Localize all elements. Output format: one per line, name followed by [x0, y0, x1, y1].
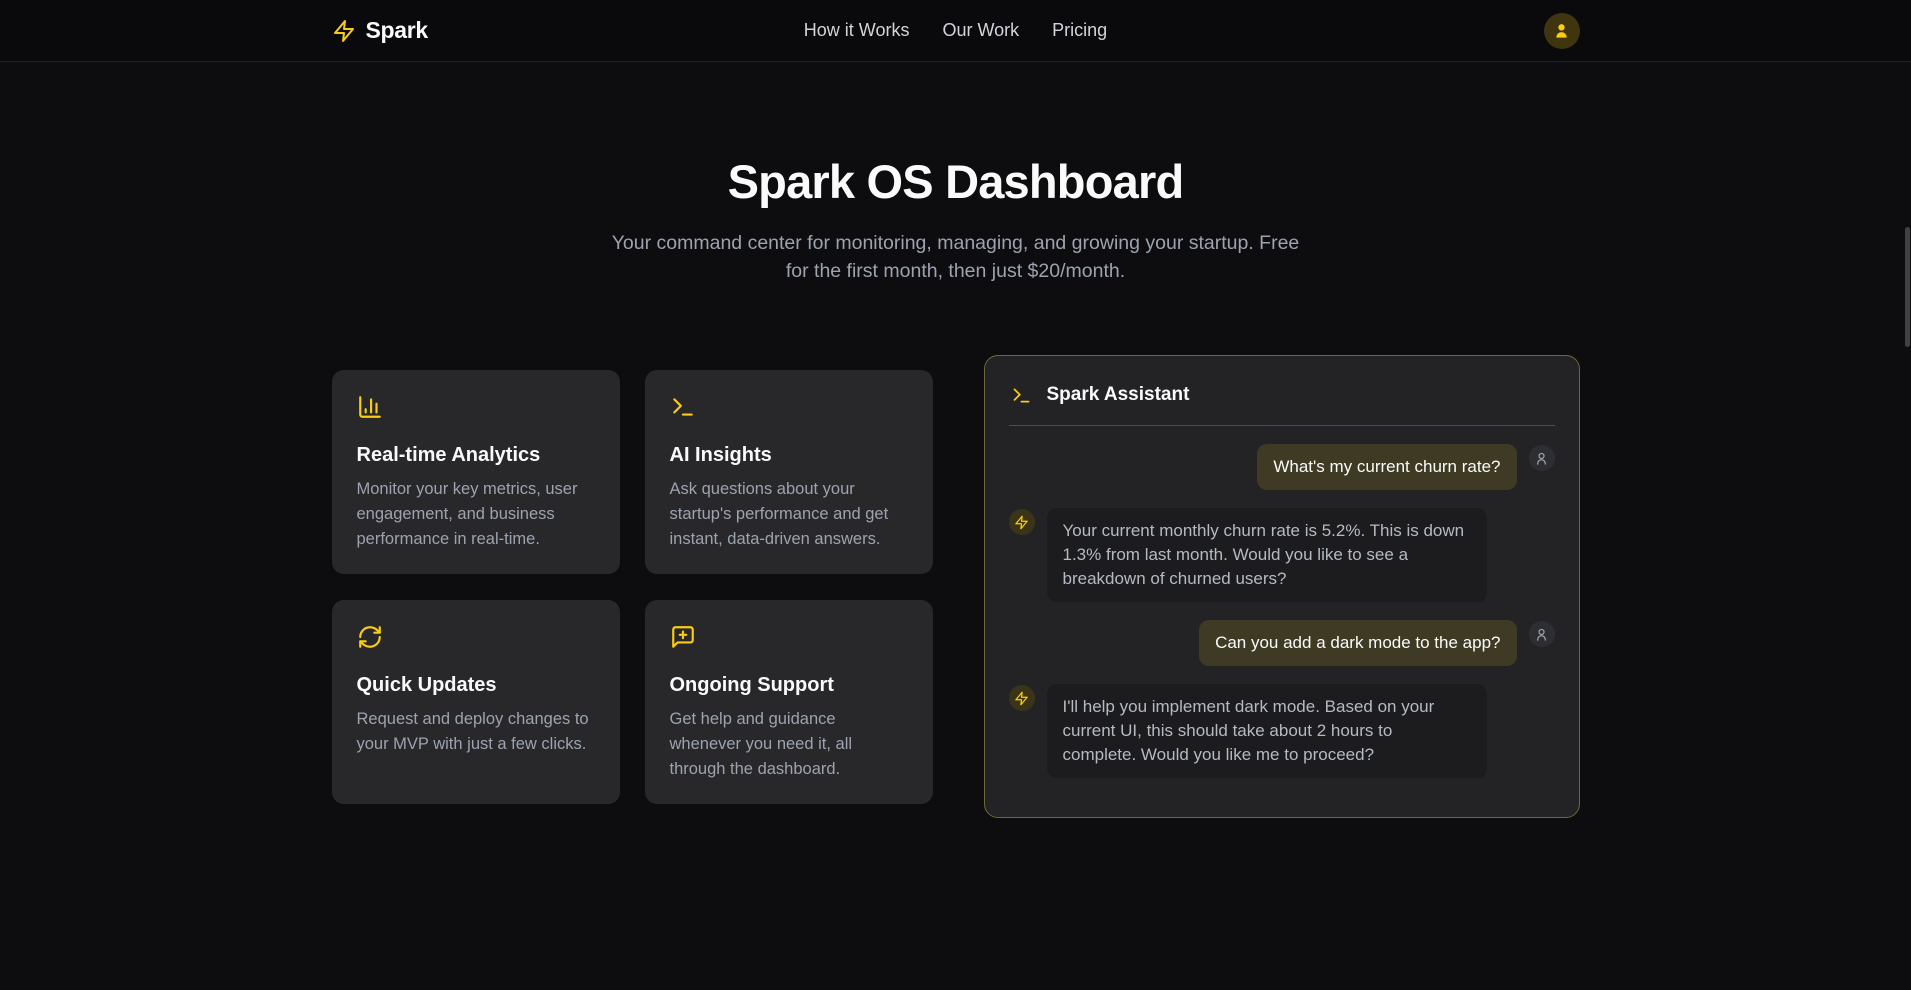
feature-card-ongoing-support: Ongoing Support Get help and guidance wh… — [645, 600, 933, 804]
terminal-icon — [1011, 385, 1032, 406]
assistant-avatar — [1009, 509, 1035, 535]
refresh-icon — [357, 624, 383, 650]
message-square-plus-icon — [670, 624, 696, 650]
brand-name: Spark — [366, 17, 428, 44]
user-avatar — [1529, 621, 1555, 647]
nav-links: How it Works Our Work Pricing — [804, 20, 1107, 41]
content-row: Real-time Analytics Monitor your key met… — [332, 355, 1580, 818]
divider — [1009, 425, 1555, 426]
scrollbar[interactable] — [1905, 227, 1910, 347]
assistant-message-bubble: Your current monthly churn rate is 5.2%.… — [1047, 508, 1487, 602]
main-content: Spark OS Dashboard Your command center f… — [0, 62, 1911, 818]
zap-icon — [1014, 515, 1029, 530]
feature-title: Real-time Analytics — [357, 444, 595, 467]
feature-description: Get help and guidance whenever you need … — [670, 707, 908, 782]
feature-description: Request and deploy changes to your MVP w… — [357, 707, 595, 757]
chat-messages: What's my current churn rate? Your curre… — [1009, 444, 1555, 778]
spark-logo-icon — [332, 19, 356, 43]
assistant-message-bubble: I'll help you implement dark mode. Based… — [1047, 684, 1487, 778]
chat-message-user: What's my current churn rate? — [1009, 444, 1555, 490]
assistant-title: Spark Assistant — [1047, 384, 1190, 406]
nav-link-our-work[interactable]: Our Work — [942, 20, 1019, 41]
user-avatar — [1529, 445, 1555, 471]
user-icon — [1534, 627, 1549, 642]
chat-message-user: Can you add a dark mode to the app? — [1009, 620, 1555, 666]
hero-section: Spark OS Dashboard Your command center f… — [0, 62, 1911, 285]
nav-link-how-it-works[interactable]: How it Works — [804, 20, 910, 41]
feature-title: Ongoing Support — [670, 674, 908, 697]
feature-description: Monitor your key metrics, user engagemen… — [357, 477, 595, 552]
nav-link-pricing[interactable]: Pricing — [1052, 20, 1107, 41]
assistant-avatar — [1009, 685, 1035, 711]
zap-icon — [1014, 691, 1029, 706]
bar-chart-icon — [357, 394, 383, 420]
chat-message-assistant: Your current monthly churn rate is 5.2%.… — [1009, 508, 1555, 602]
spark-assistant-panel: Spark Assistant What's my current churn … — [984, 355, 1580, 818]
navbar: Spark How it Works Our Work Pricing — [0, 0, 1911, 62]
feature-title: AI Insights — [670, 444, 908, 467]
terminal-icon — [670, 394, 696, 420]
user-icon — [1534, 451, 1549, 466]
page-subtitle: Your command center for monitoring, mana… — [611, 229, 1301, 285]
feature-card-ai-insights: AI Insights Ask questions about your sta… — [645, 370, 933, 574]
assistant-header: Spark Assistant — [1009, 380, 1555, 406]
feature-title: Quick Updates — [357, 674, 595, 697]
user-message-bubble: What's my current churn rate? — [1257, 444, 1516, 490]
navbar-inner: Spark How it Works Our Work Pricing — [332, 13, 1580, 49]
chat-message-assistant: I'll help you implement dark mode. Based… — [1009, 684, 1555, 778]
user-icon — [1552, 21, 1571, 40]
page-title: Spark OS Dashboard — [0, 154, 1911, 209]
feature-card-realtime-analytics: Real-time Analytics Monitor your key met… — [332, 370, 620, 574]
user-message-bubble: Can you add a dark mode to the app? — [1199, 620, 1516, 666]
feature-card-quick-updates: Quick Updates Request and deploy changes… — [332, 600, 620, 804]
account-avatar-button[interactable] — [1544, 13, 1580, 49]
feature-description: Ask questions about your startup's perfo… — [670, 477, 908, 552]
features-grid: Real-time Analytics Monitor your key met… — [332, 370, 933, 804]
brand[interactable]: Spark — [332, 17, 428, 44]
